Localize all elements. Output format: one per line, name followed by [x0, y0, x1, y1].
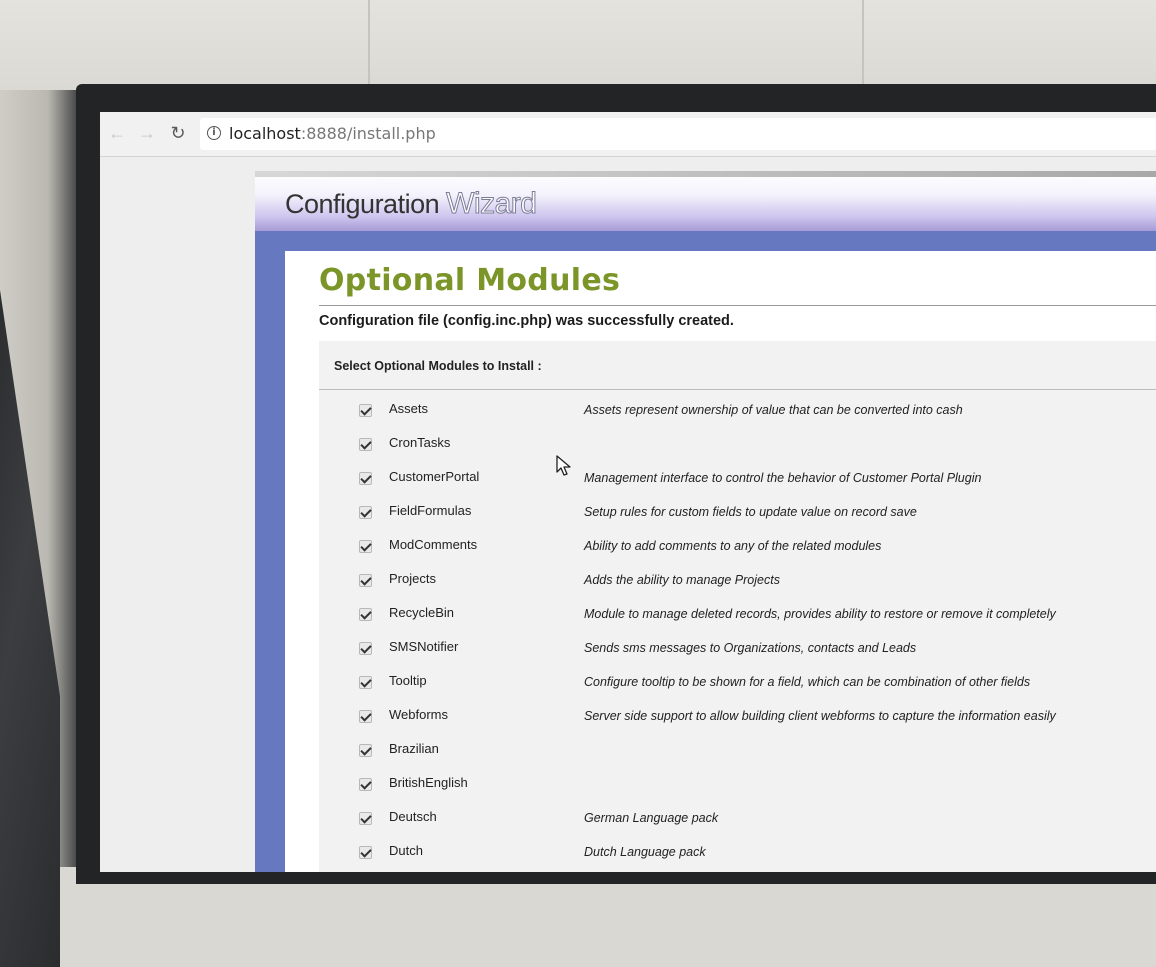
module-description: Configure tooltip to be shown for a fiel… — [584, 675, 1031, 689]
module-row: Dutch Dutch Language pack — [319, 837, 1156, 871]
module-name: CronTasks — [389, 435, 451, 450]
module-checkbox[interactable] — [359, 778, 372, 791]
module-description: Server side support to allow building cl… — [584, 709, 1056, 723]
module-checkbox[interactable] — [359, 540, 372, 553]
whiteboard-seam — [862, 0, 864, 90]
page-title: Optional Modules — [319, 263, 621, 298]
module-description: Sends sms messages to Organizations, con… — [584, 641, 917, 655]
module-row: Projects Adds the ability to manage Proj… — [319, 565, 1156, 599]
modules-panel: Select Optional Modules to Install : Ass… — [319, 341, 1156, 872]
module-checkbox[interactable] — [359, 472, 372, 485]
module-name: Deutsch — [389, 809, 437, 824]
wizard-title-part1: Configuration — [285, 189, 440, 219]
success-message: Configuration file (config.inc.php) was … — [319, 313, 734, 329]
header-band — [255, 171, 1156, 177]
module-checkbox[interactable] — [359, 710, 372, 723]
arrow-right-icon: → — [138, 123, 156, 143]
module-checkbox[interactable] — [359, 404, 372, 417]
module-row: CustomerPortal Management interface to c… — [319, 463, 1156, 497]
module-row: Deutsch German Language pack — [319, 803, 1156, 837]
module-name: ModComments — [389, 537, 478, 552]
module-row: Tooltip Configure tooltip to be shown fo… — [319, 667, 1156, 701]
mouse-cursor-icon — [556, 455, 571, 476]
module-row: RecycleBin Module to manage deleted reco… — [319, 599, 1156, 633]
module-description: Dutch Language pack — [584, 845, 706, 859]
module-checkbox[interactable] — [359, 642, 372, 655]
module-row: Webforms Server side support to allow bu… — [319, 701, 1156, 735]
module-checkbox[interactable] — [359, 676, 372, 689]
reload-icon: ↻ — [170, 123, 186, 143]
module-name: Dutch — [389, 843, 423, 858]
wizard-header: Configuration Wizard — [255, 171, 1156, 231]
module-row: BritishEnglish — [319, 769, 1156, 803]
module-description: Module to manage deleted records, provid… — [584, 607, 1056, 621]
module-description: Management interface to control the beha… — [584, 471, 982, 485]
module-row: SMSNotifier Sends sms messages to Organi… — [319, 633, 1156, 667]
modules-divider — [319, 389, 1156, 390]
url-host: localhost — [229, 124, 301, 143]
background-object — [0, 290, 60, 967]
title-divider — [319, 305, 1156, 306]
module-name: SMSNotifier — [389, 639, 459, 654]
module-name: RecycleBin — [389, 605, 455, 620]
url-text: localhost:8888/install.php — [229, 124, 436, 143]
module-checkbox[interactable] — [359, 812, 372, 825]
forward-button[interactable]: → — [136, 122, 158, 144]
browser-toolbar: ← → ↻ i localhost:8888/install.php — [100, 112, 1156, 157]
module-row: Brazilian — [319, 735, 1156, 769]
info-icon[interactable]: i — [207, 126, 221, 140]
wizard-content: Optional Modules Configuration file (con… — [285, 251, 1156, 872]
back-button[interactable]: ← — [106, 122, 128, 144]
module-row: FieldFormulas Setup rules for custom fie… — [319, 497, 1156, 531]
module-row: ModComments Ability to add comments to a… — [319, 531, 1156, 565]
module-description: Adds the ability to manage Projects — [584, 573, 780, 587]
module-name: Assets — [389, 401, 429, 416]
address-bar[interactable]: i localhost:8888/install.php — [200, 118, 1156, 150]
module-name: Brazilian — [389, 741, 439, 756]
modules-heading: Select Optional Modules to Install : — [334, 359, 542, 373]
module-checkbox[interactable] — [359, 608, 372, 621]
web-page: Configuration Wizard Optional Modules Co… — [100, 157, 1156, 872]
whiteboard-seam — [368, 0, 370, 90]
monitor-screen: ← → ↻ i localhost:8888/install.php Confi… — [100, 112, 1156, 872]
module-name: CustomerPortal — [389, 469, 480, 484]
wizard-title-part2: Wizard — [446, 187, 538, 221]
wizard-title: Configuration Wizard — [285, 187, 538, 221]
module-name: Tooltip — [389, 673, 427, 688]
arrow-left-icon: ← — [108, 123, 126, 143]
module-checkbox[interactable] — [359, 506, 372, 519]
url-path: :8888/install.php — [300, 124, 436, 143]
module-description: Assets represent ownership of value that… — [584, 403, 963, 417]
module-name: Projects — [389, 571, 436, 586]
module-row: CronTasks — [319, 429, 1156, 463]
module-row: Assets Assets represent ownership of val… — [319, 395, 1156, 429]
module-description: German Language pack — [584, 811, 719, 825]
module-description: Setup rules for custom fields to update … — [584, 505, 917, 519]
module-name: FieldFormulas — [389, 503, 472, 518]
module-checkbox[interactable] — [359, 438, 372, 451]
module-checkbox[interactable] — [359, 744, 372, 757]
module-name: BritishEnglish — [389, 775, 468, 790]
module-checkbox[interactable] — [359, 846, 372, 859]
reload-button[interactable]: ↻ — [167, 122, 189, 144]
module-name: Webforms — [389, 707, 448, 722]
module-description: Ability to add comments to any of the re… — [584, 539, 882, 553]
wizard-frame: Configuration Wizard Optional Modules Co… — [255, 171, 1156, 872]
module-checkbox[interactable] — [359, 574, 372, 587]
background-desk — [0, 90, 80, 967]
